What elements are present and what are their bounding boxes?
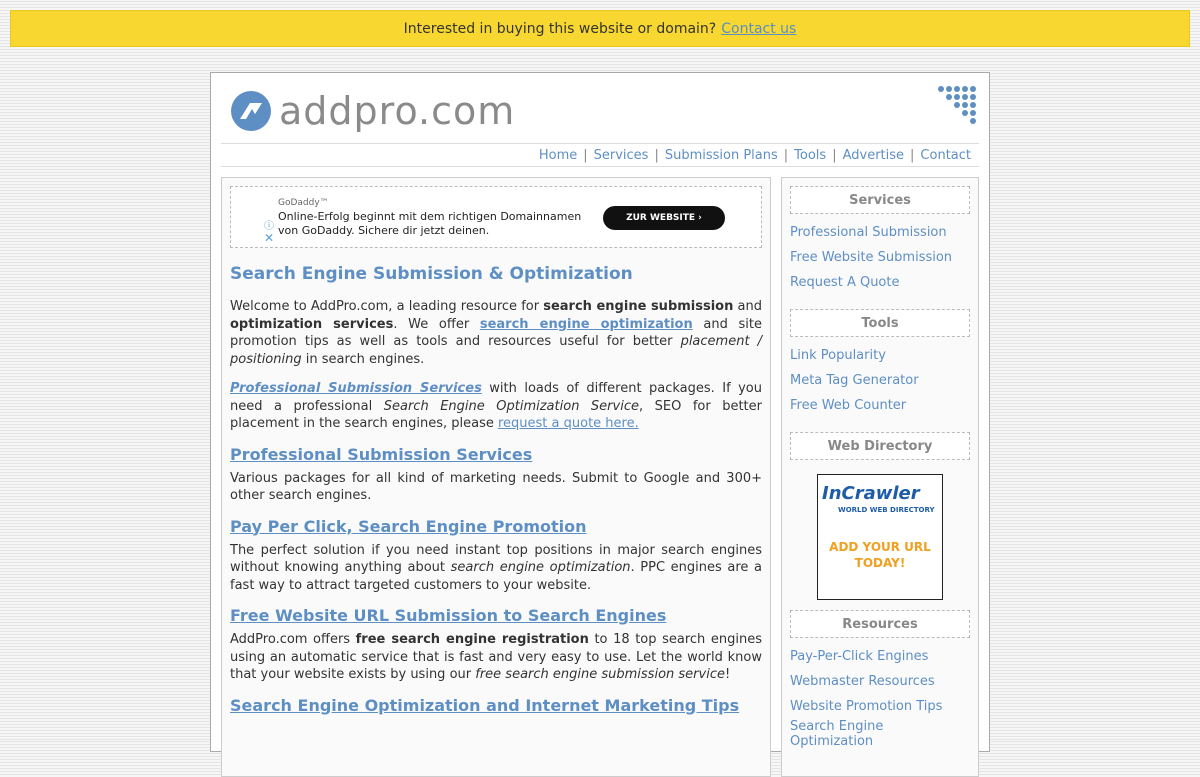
- logo-mark-icon: [231, 91, 271, 131]
- intro-paragraph: Welcome to AddPro.com, a leading resourc…: [230, 299, 763, 367]
- ad-brand: GoDaddy™: [278, 198, 329, 208]
- sidebar-link-webmaster-resources[interactable]: Webmaster Resources: [790, 669, 970, 694]
- section-heading-tips[interactable]: Search Engine Optimization and Internet …: [230, 696, 762, 715]
- top-navigation: Home | Services | Submission Plans | Tools |…: [221, 143, 979, 167]
- ad-container: GoDaddy™ Online-Erfolg beginnt mit dem r…: [230, 186, 762, 248]
- section-heading-ppc[interactable]: Pay Per Click, Search Engine Promotion: [230, 517, 762, 536]
- sidebar-link-ppc-engines[interactable]: Pay-Per-Click Engines: [790, 644, 970, 669]
- sidebar-link-web-counter[interactable]: Free Web Counter: [790, 393, 970, 418]
- sidebar-heading-tools: Tools: [790, 309, 970, 337]
- section-heading-pro[interactable]: Professional Submission Services: [230, 445, 762, 464]
- incrawler-banner[interactable]: InCrawler WORLD WEB DIRECTORY ADD YOUR U…: [817, 474, 943, 600]
- sidebar-heading-resources: Resources: [790, 610, 970, 638]
- ad-close-icon[interactable]: ✕: [264, 231, 274, 245]
- request-quote-link[interactable]: request a quote here.: [498, 416, 639, 431]
- dots-decoration-icon: [937, 85, 977, 129]
- sidebar-link-free-submission[interactable]: Free Website Submission: [790, 245, 970, 270]
- pro-services-link[interactable]: Professional Submission Services: [230, 381, 482, 396]
- banner-logo: InCrawler: [822, 483, 920, 504]
- nav-tools[interactable]: Tools: [794, 148, 826, 163]
- sidebar-link-request-quote[interactable]: Request A Quote: [790, 270, 970, 295]
- logo-text: addpro.com: [279, 89, 516, 133]
- sidebar-link-promotion-tips[interactable]: Website Promotion Tips: [790, 694, 970, 719]
- sidebar-link-link-popularity[interactable]: Link Popularity: [790, 343, 970, 368]
- sidebar-heading-directory: Web Directory: [790, 432, 970, 460]
- site-logo[interactable]: addpro.com: [231, 89, 515, 133]
- pro-paragraph: Professional Submission Services with lo…: [230, 381, 763, 431]
- domain-sale-text: Interested in buying this website or dom…: [403, 20, 717, 37]
- nav-advertise[interactable]: Advertise: [843, 148, 904, 163]
- ad-cta-button[interactable]: ZUR WEBSITE ›: [603, 206, 725, 230]
- page-container: addpro.com Home | Services | Submission Pl…: [210, 72, 990, 777]
- nav-home[interactable]: Home: [539, 148, 577, 163]
- sidebar-link-meta-tag[interactable]: Meta Tag Generator: [790, 368, 970, 393]
- main-content-panel: GoDaddy™ Online-Erfolg beginnt mit dem r…: [221, 177, 771, 777]
- section-text-pro: Various packages for all kind of marketi…: [230, 470, 762, 504]
- page-title: Search Engine Submission & Optimization: [230, 264, 633, 284]
- ad-info-icon[interactable]: ⓘ: [264, 217, 274, 232]
- nav-services[interactable]: Services: [594, 148, 649, 163]
- section-text-ppc: The perfect solution if you need instant…: [230, 542, 762, 593]
- article: Search Engine Submission & Optimization …: [230, 264, 762, 721]
- section-heading-free[interactable]: Free Website URL Submission to Search En…: [230, 606, 762, 625]
- seo-link[interactable]: search engine optimization: [480, 317, 693, 332]
- banner-cta: ADD YOUR URL TODAY!: [829, 540, 931, 570]
- ad-text: Online-Erfolg beginnt mit dem richtigen …: [278, 210, 582, 237]
- domain-sale-banner: Interested in buying this website or dom…: [10, 10, 1190, 47]
- godaddy-ad[interactable]: GoDaddy™ Online-Erfolg beginnt mit dem r…: [263, 187, 731, 247]
- sidebar: Services Professional Submission Free We…: [781, 177, 979, 777]
- sidebar-heading-services: Services: [790, 186, 970, 214]
- banner-subtitle: WORLD WEB DIRECTORY: [838, 506, 935, 514]
- section-text-free: AddPro.com offers free search engine reg…: [230, 632, 762, 682]
- sidebar-link-seo[interactable]: Search Engine Optimization: [790, 719, 970, 749]
- nav-submission-plans[interactable]: Submission Plans: [665, 148, 778, 163]
- sidebar-link-professional-submission[interactable]: Professional Submission: [790, 220, 970, 245]
- nav-contact[interactable]: Contact: [920, 148, 971, 163]
- contact-us-link[interactable]: Contact us: [721, 21, 796, 37]
